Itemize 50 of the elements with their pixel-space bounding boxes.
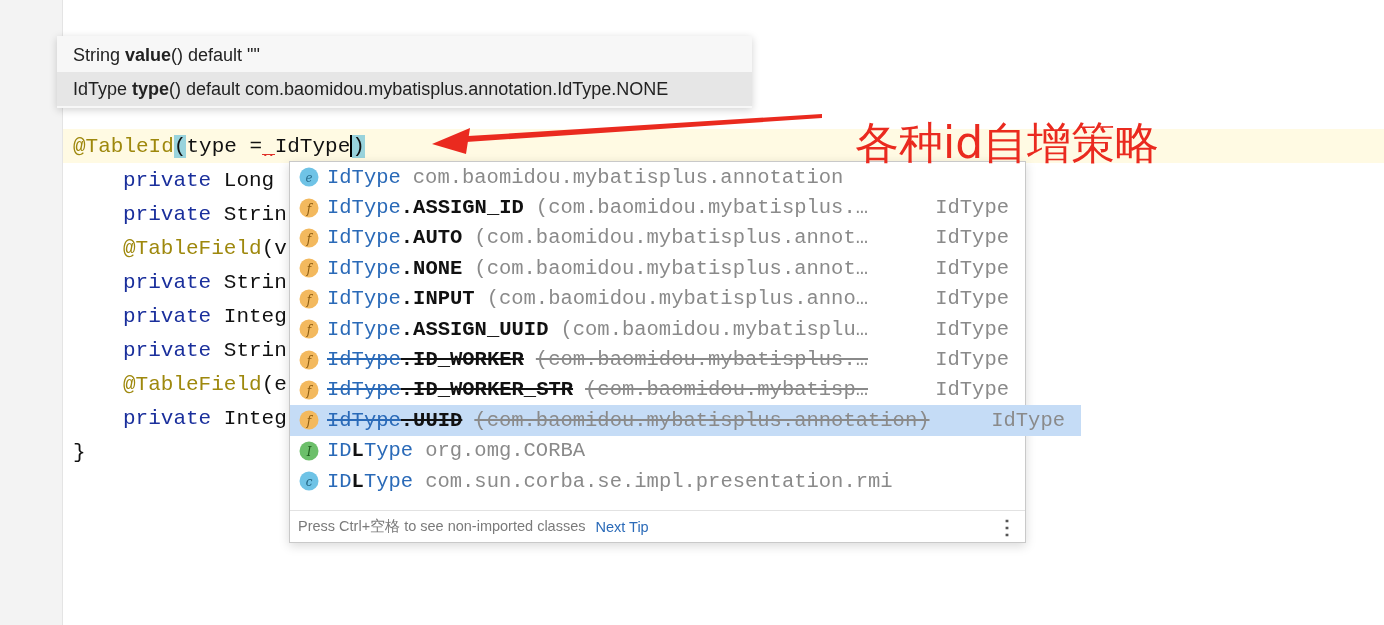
matched-brace: ( — [173, 134, 187, 158]
code-text: Strin — [223, 270, 287, 294]
code-keyword: private — [123, 406, 212, 430]
enum-icon: e — [299, 167, 319, 188]
code-text: Strin — [223, 338, 287, 362]
completion-item[interactable]: f IdType.ASSIGN_ID (com.baomidou.mybatisplus.… IdType — [290, 192, 1025, 223]
field-icon: f — [299, 349, 319, 370]
class-icon: c — [299, 471, 319, 492]
field-icon: f — [299, 288, 319, 309]
completion-item[interactable]: f IdType.ID_WORKER (com.baomidou.mybatisplus.… IdType — [290, 344, 1025, 375]
completion-item[interactable]: f IdType.ASSIGN_UUID (com.baomidou.mybatisplu… IdType — [290, 313, 1025, 345]
code-annotation: @TableId — [73, 134, 174, 158]
field-icon: f — [299, 379, 319, 400]
parameter-signature: IdType type() default com.baomidou.mybatisplus.annotation.IdType.NONE — [57, 72, 752, 106]
more-menu-button[interactable]: ⋮ — [997, 514, 1017, 539]
code-keyword: private — [123, 168, 212, 192]
code-text: type = — [186, 134, 263, 158]
code-keyword: private — [123, 270, 212, 294]
matched-brace: ) — [352, 134, 365, 158]
completion-item[interactable]: f IdType.NONE (com.baomidou.mybatisplus.annot… IdType — [290, 253, 1025, 284]
text-caret — [350, 135, 353, 157]
next-tip-link[interactable]: Next Tip — [595, 518, 649, 535]
parameter-signature: String value() default "" — [72, 44, 261, 67]
completion-item[interactable]: f IdType.ID_WORKER_STR (com.baomidou.mybatisp… IdType — [290, 374, 1025, 406]
field-icon: f — [299, 227, 319, 248]
code-text: Long — [223, 168, 275, 192]
code-text: Integ — [223, 304, 287, 328]
completion-item[interactable]: f IdType.UUID (com.baomidou.mybatisplus.annotation) IdType — [290, 405, 1081, 436]
code-text: } — [73, 440, 86, 464]
code-keyword: private — [123, 304, 212, 328]
interface-icon: I — [299, 440, 319, 461]
completion-item[interactable]: f IdType.INPUT (com.baomidou.mybatisplus.anno… IdType — [290, 283, 1025, 314]
completion-item[interactable]: f IdType.AUTO (com.baomidou.mybatisplus.annot… IdType — [290, 222, 1025, 254]
completion-item[interactable]: I IDLType org.omg.CORBA — [290, 435, 1025, 466]
completion-item[interactable]: c IDLType com.sun.corba.se.impl.presentation.rmi — [290, 465, 1025, 497]
completion-hint: Press Ctrl+空格 to see non-imported classes — [298, 517, 586, 536]
code-text: Strin — [223, 202, 287, 226]
field-icon: f — [299, 410, 319, 431]
field-icon: f — [299, 197, 319, 218]
code-text: (v — [261, 236, 287, 260]
code-text: Integ — [223, 406, 287, 430]
code-text: IdType — [274, 134, 351, 158]
code-keyword: private — [123, 202, 212, 226]
field-icon: f — [299, 258, 319, 279]
code-annotation: @TableField — [123, 236, 262, 260]
code-text: (e — [261, 372, 287, 396]
code-keyword: private — [123, 338, 212, 362]
field-icon: f — [299, 319, 319, 340]
code-annotation: @TableField — [123, 372, 262, 396]
annotation-note: 各种id自增策略 — [855, 116, 1160, 170]
